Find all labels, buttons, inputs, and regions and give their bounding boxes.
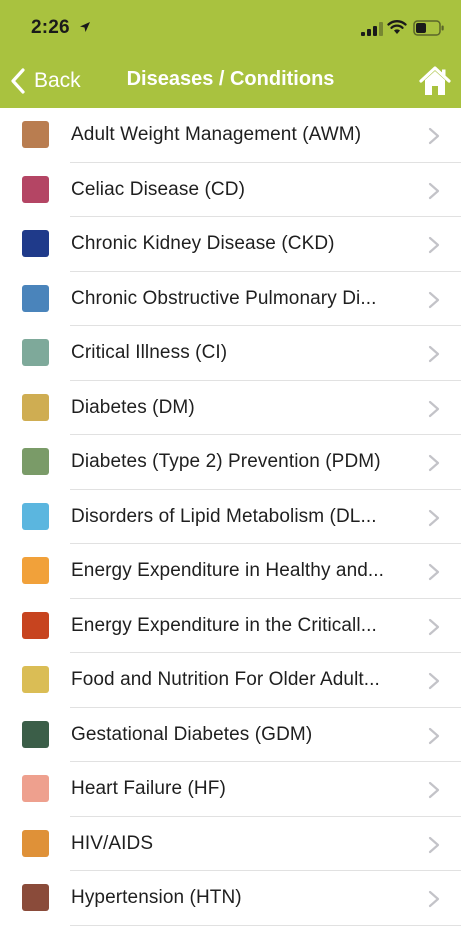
list-item-label: Critical Illness (CI) [71, 342, 228, 363]
chevron-right-icon [428, 509, 440, 526]
chevron-right-icon [428, 890, 440, 908]
list-item-label: Energy Expenditure in Healthy and... [71, 560, 385, 581]
list-item[interactable]: Adult Weight Management (AWM) [0, 108, 461, 163]
chevron-right-icon [428, 182, 440, 199]
color-swatch [22, 448, 49, 475]
battery-icon [413, 20, 444, 36]
color-swatch [22, 829, 49, 857]
color-swatch [22, 121, 49, 148]
list-item-label: Chronic Obstructive Pulmonary Di... [71, 287, 377, 309]
wifi-icon [387, 20, 407, 34]
list-item-label: Adult Weight Management (AWM) [71, 124, 362, 145]
color-swatch [22, 284, 49, 312]
color-swatch [22, 230, 49, 257]
list-item-label: Gestational Diabetes (GDM) [71, 723, 313, 745]
list-item[interactable]: Diabetes (Type 2) Prevention (PDM) [0, 435, 461, 490]
home-icon[interactable] [418, 65, 452, 97]
list-item[interactable]: Diabetes (DM) [0, 381, 461, 436]
chevron-right-icon [428, 345, 440, 363]
list-item[interactable]: Chronic Kidney Disease (CKD) [0, 217, 461, 272]
chevron-right-icon [428, 563, 440, 581]
list-item[interactable]: Hypertension (HTN) [0, 871, 461, 926]
list-item[interactable]: HIV/AIDS [0, 817, 461, 872]
list-item[interactable]: Celiac Disease (CD) [0, 163, 461, 218]
color-swatch [22, 393, 49, 421]
color-swatch [22, 720, 49, 748]
chevron-right-icon [428, 400, 440, 417]
color-swatch [22, 884, 49, 911]
list-item-label: Celiac Disease (CD) [71, 178, 245, 200]
color-swatch [22, 502, 49, 530]
list-item[interactable]: Energy Expenditure in Healthy and... [0, 544, 461, 599]
conditions-list: Adult Weight Management (AWM) Celiac Dis… [0, 108, 461, 926]
list-item-label: Food and Nutrition For Older Adult... [71, 669, 380, 690]
chevron-right-icon [428, 236, 440, 254]
list-item[interactable]: Gestational Diabetes (GDM) [0, 708, 461, 763]
list-item[interactable]: Heart Failure (HF) [0, 762, 461, 817]
list-item-label: Hypertension (HTN) [71, 887, 242, 908]
list-item-label: Diabetes (Type 2) Prevention (PDM) [71, 451, 381, 472]
chevron-right-icon [428, 291, 440, 308]
list-item-label: Energy Expenditure in the Criticall... [71, 614, 377, 636]
color-swatch [22, 775, 49, 802]
back-button[interactable]: Back [10, 65, 81, 97]
color-swatch [22, 666, 49, 693]
list-item-label: Disorders of Lipid Metabolism (DL... [71, 505, 377, 527]
list-item[interactable]: Food and Nutrition For Older Adult... [0, 653, 461, 708]
color-swatch [22, 175, 49, 203]
list-item[interactable]: Energy Expenditure in the Criticall... [0, 599, 461, 654]
chevron-right-icon [428, 727, 440, 744]
chevron-right-icon [428, 781, 440, 799]
list-item[interactable]: Disorders of Lipid Metabolism (DL... [0, 490, 461, 545]
list-item[interactable]: Critical Illness (CI) [0, 326, 461, 381]
back-chevron-icon [11, 68, 25, 94]
list-item-label: HIV/AIDS [71, 832, 154, 854]
signal-icon [361, 22, 383, 36]
status-bar: 2:26 [0, 0, 461, 55]
navigation-bar: Back Diseases / Conditions [0, 55, 461, 108]
chevron-right-icon [428, 127, 440, 145]
status-time: 2:26 [31, 17, 70, 38]
color-swatch [22, 339, 49, 366]
chevron-right-icon [428, 672, 440, 690]
color-swatch [22, 611, 49, 639]
list-item-label: Heart Failure (HF) [71, 778, 226, 799]
chevron-right-icon [428, 836, 440, 853]
chevron-right-icon [428, 618, 440, 635]
list-item[interactable]: Chronic Obstructive Pulmonary Di... [0, 272, 461, 327]
location-arrow-icon [80, 22, 90, 32]
chevron-right-icon [428, 454, 440, 472]
list-item-label: Chronic Kidney Disease (CKD) [71, 233, 335, 254]
list-item-label: Diabetes (DM) [71, 396, 195, 418]
color-swatch [22, 557, 49, 584]
back-label: Back [34, 69, 81, 92]
